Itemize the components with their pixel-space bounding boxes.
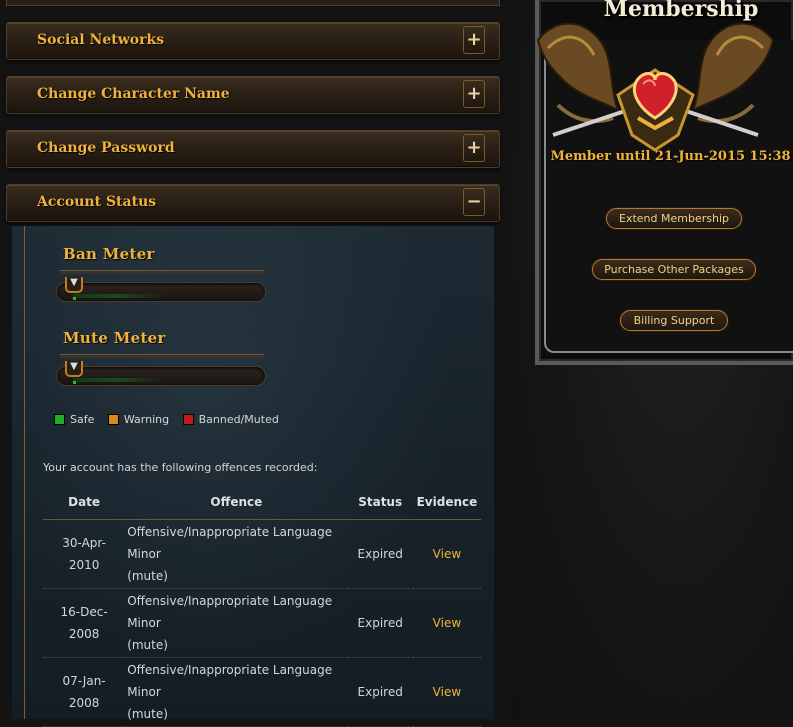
table-row: 16-Dec- 2008 Offensive/Inappropriate Lang… [43, 588, 481, 658]
meter-marker-icon: ▼ [65, 277, 83, 293]
column-header-date: Date [43, 495, 126, 520]
meter-level-dot [73, 297, 76, 300]
offence-evidence: View [412, 519, 481, 589]
offence-date: 16-Dec- 2008 [43, 588, 126, 658]
warning-swatch-icon [107, 414, 119, 425]
offence-evidence: View [412, 588, 481, 658]
column-header-status: Status [347, 495, 413, 520]
expand-icon[interactable]: + [463, 26, 485, 54]
collapse-icon[interactable]: − [463, 188, 485, 216]
panel-divider [24, 226, 25, 719]
ban-meter-rule [60, 270, 264, 274]
view-evidence-link[interactable]: View [433, 616, 461, 630]
meter-safe-zone [73, 378, 163, 382]
offences-table: Date Offence Status Evidence 30-Apr- 2010… [43, 495, 481, 727]
view-evidence-link[interactable]: View [433, 547, 461, 561]
section-social-networks[interactable]: Social Networks + [6, 22, 500, 60]
offence-evidence: View [412, 657, 481, 727]
account-status-panel: Ban Meter ▼ Mute Meter ▼ Safe Warning Ba… [12, 226, 494, 727]
offence-date: 07-Jan- 2008 [43, 657, 126, 727]
mute-meter: ▼ [56, 361, 266, 386]
section-change-password[interactable]: Change Password + [6, 130, 500, 168]
offence-status: Expired [347, 519, 413, 589]
purchase-other-packages-button[interactable]: Purchase Other Packages [592, 259, 756, 280]
legend-banned: Banned/Muted [182, 413, 279, 426]
mute-meter-rule [60, 354, 264, 358]
safe-swatch-icon [54, 414, 65, 425]
ban-meter-title: Ban Meter [63, 245, 155, 263]
offences-intro: Your account has the following offences … [43, 461, 318, 474]
table-row: 07-Jan- 2008 Offensive/Inappropriate Lang… [43, 657, 481, 727]
meter-legend: Safe Warning Banned/Muted [54, 413, 289, 428]
offence-description: Offensive/Inappropriate Language Minor (m… [125, 588, 348, 658]
membership-title: Membership [603, 0, 759, 22]
billing-support-button[interactable]: Billing Support [620, 310, 728, 331]
offence-date: 30-Apr- 2010 [43, 519, 126, 589]
section-account-status[interactable]: Account Status − [6, 184, 500, 222]
previous-section-edge [6, 0, 500, 6]
meter-safe-zone [73, 294, 163, 298]
section-label: Change Password [37, 140, 175, 156]
expand-icon[interactable]: + [463, 134, 485, 162]
offence-description: Offensive/Inappropriate Language Minor (m… [125, 519, 348, 589]
offence-status: Expired [347, 588, 413, 658]
column-header-evidence: Evidence [412, 495, 481, 520]
meter-marker-icon: ▼ [65, 361, 83, 377]
legend-warning: Warning [107, 413, 170, 426]
table-header-row: Date Offence Status Evidence [43, 495, 481, 520]
ban-meter: ▼ [56, 277, 266, 302]
section-label: Change Character Name [37, 86, 230, 102]
legend-label: Warning [123, 413, 170, 426]
section-label: Social Networks [37, 32, 165, 48]
legend-label: Safe [70, 413, 95, 426]
banned-swatch-icon [182, 414, 194, 425]
offence-description: Offensive/Inappropriate Language Minor (m… [125, 657, 348, 727]
member-until-text: Member until 21-Jun-2015 15:38 [550, 149, 791, 164]
mute-meter-title: Mute Meter [63, 329, 166, 347]
legend-label: Banned/Muted [198, 413, 279, 426]
extend-membership-button[interactable]: Extend Membership [606, 208, 742, 229]
section-change-character-name[interactable]: Change Character Name + [6, 76, 500, 114]
section-label: Account Status [37, 194, 157, 210]
view-evidence-link[interactable]: View [433, 685, 461, 699]
table-row: 30-Apr- 2010 Offensive/Inappropriate Lang… [43, 519, 481, 589]
expand-icon[interactable]: + [463, 80, 485, 108]
meter-level-dot [73, 381, 76, 384]
offence-status: Expired [347, 657, 413, 727]
legend-safe: Safe [54, 413, 94, 426]
column-header-offence: Offence [125, 495, 348, 520]
